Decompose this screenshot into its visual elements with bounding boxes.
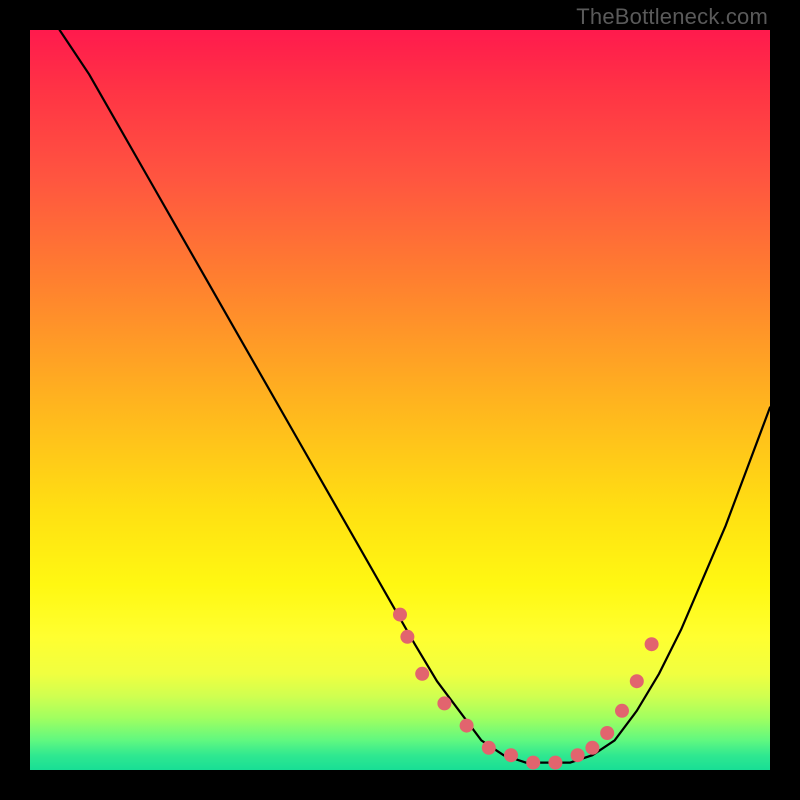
curve-marker [585,741,599,755]
curve-marker [460,719,474,733]
chart-frame: TheBottleneck.com [0,0,800,800]
curve-marker [630,674,644,688]
curve-marker [615,704,629,718]
curve-marker [437,696,451,710]
curve-marker [600,726,614,740]
curve-marker [504,748,518,762]
bottleneck-curve [60,30,770,763]
curve-marker [571,748,585,762]
curve-marker [415,667,429,681]
plot-area [30,30,770,770]
curve-svg [30,30,770,770]
marker-group [393,608,659,770]
watermark-text: TheBottleneck.com [576,4,768,30]
curve-marker [645,637,659,651]
curve-marker [482,741,496,755]
curve-marker [393,608,407,622]
curve-marker [526,756,540,770]
curve-marker [400,630,414,644]
curve-marker [548,756,562,770]
